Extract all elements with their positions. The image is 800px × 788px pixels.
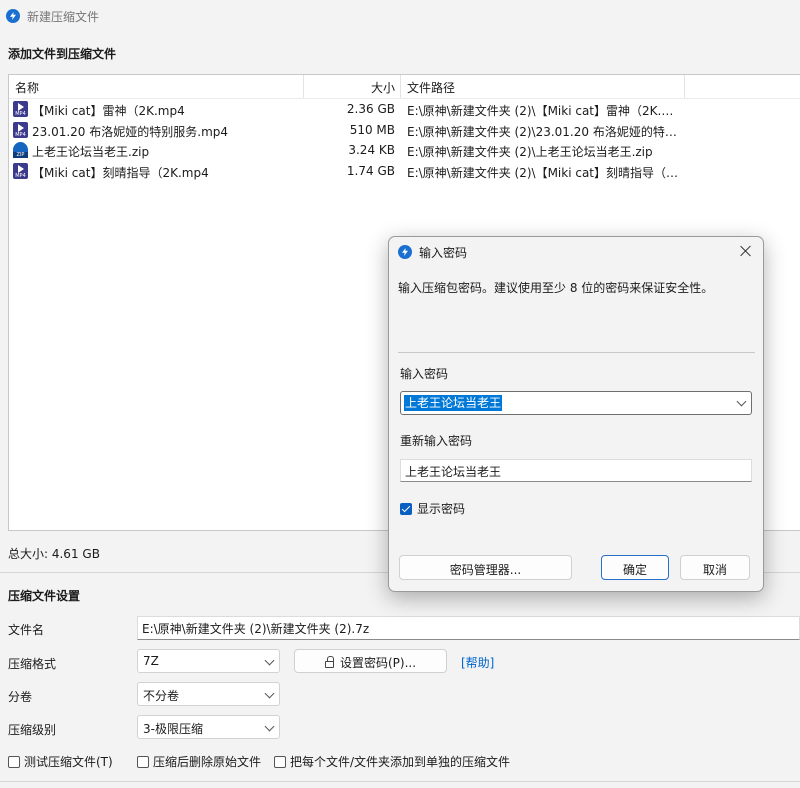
delete-source-checkbox[interactable]: 压缩后删除原始文件 (137, 753, 261, 770)
confirm-password-input[interactable]: 上老王论坛当老王 (400, 459, 752, 482)
volume-value: 不分卷 (143, 689, 180, 703)
app-logo-icon (398, 245, 412, 259)
column-separator[interactable] (400, 75, 401, 98)
file-path: E:\原神\新建文件夹 (2)\上老王论坛当老王.zip (407, 145, 653, 159)
dialog-titlebar: 输入密码 (389, 237, 763, 267)
set-password-button[interactable]: 设置密码(P)... (294, 649, 447, 673)
column-header-path[interactable]: 文件路径 (407, 79, 455, 96)
filename-input[interactable]: E:\原神\新建文件夹 (2)\新建文件夹 (2).7z (137, 616, 800, 640)
password-manager-button[interactable]: 密码管理器... (399, 555, 572, 580)
chevron-down-icon (264, 688, 275, 699)
file-list-header: 名称 大小 文件路径 (9, 75, 800, 99)
divider (0, 781, 800, 782)
level-value: 3-极限压缩 (143, 722, 203, 736)
dialog-description: 输入压缩包密码。建议使用至少 8 位的密码来保证安全性。 (398, 281, 714, 295)
column-header-name[interactable]: 名称 (15, 79, 39, 96)
checkbox-checked-icon (400, 502, 412, 515)
format-label: 压缩格式 (8, 657, 57, 671)
checkbox-icon (8, 755, 20, 768)
file-size: 510 MB (349, 123, 395, 137)
separate-archives-checkbox[interactable]: 把每个文件/文件夹添加到单独的压缩文件 (274, 753, 510, 770)
level-label: 压缩级别 (8, 723, 57, 737)
test-archive-label: 测试压缩文件(T) (24, 755, 113, 769)
lock-icon (324, 656, 334, 668)
divider (398, 352, 755, 353)
add-files-heading: 添加文件到压缩文件 (8, 47, 117, 61)
test-archive-checkbox[interactable]: 测试压缩文件(T) (8, 753, 113, 770)
file-name: 【Miki cat】雷神（2K.mp4 (32, 104, 185, 118)
password-label: 输入密码 (400, 367, 449, 381)
table-row[interactable]: 上老王论坛当老王.zip 3.24 KB E:\原神\新建文件夹 (2)\上老王… (9, 140, 800, 160)
show-password-checkbox[interactable]: 显示密码 (400, 500, 465, 517)
total-size: 总大小: 4.61 GB (8, 547, 100, 561)
file-path: E:\原神\新建文件夹 (2)\【Miki cat】雷神（2K.mp4 (407, 104, 683, 118)
level-select[interactable]: 3-极限压缩 (137, 715, 280, 739)
delete-source-label: 压缩后删除原始文件 (153, 755, 262, 769)
separate-archives-label: 把每个文件/文件夹添加到单独的压缩文件 (290, 755, 511, 769)
file-size: 1.74 GB (346, 164, 395, 178)
chevron-down-icon[interactable] (736, 396, 747, 407)
file-size: 2.36 GB (346, 102, 395, 116)
file-name: 23.01.20 布洛妮娅的特别服务.mp4 (32, 125, 229, 139)
column-separator[interactable] (684, 75, 685, 98)
chevron-down-icon (264, 721, 275, 732)
format-value: 7Z (143, 654, 159, 668)
settings-heading: 压缩文件设置 (8, 589, 81, 603)
volume-select[interactable]: 不分卷 (137, 682, 280, 706)
mp4-file-icon (13, 163, 28, 179)
table-row[interactable]: 23.01.20 布洛妮娅的特别服务.mp4 510 MB E:\原神\新建文件… (9, 120, 800, 140)
password-combobox[interactable]: 上老王论坛当老王 (400, 391, 752, 415)
window-titlebar: 新建压缩文件 (0, 0, 800, 32)
file-name: 【Miki cat】刻晴指导（2K.mp4 (32, 166, 209, 180)
set-password-label: 设置密码(P)... (339, 656, 417, 670)
table-row[interactable]: 【Miki cat】刻晴指导（2K.mp4 1.74 GB E:\原神\新建文件… (9, 161, 800, 181)
checkbox-icon (137, 755, 149, 768)
filename-label: 文件名 (8, 623, 45, 637)
file-name: 上老王论坛当老王.zip (32, 145, 150, 159)
cancel-button[interactable]: 取消 (680, 555, 750, 580)
column-separator[interactable] (303, 75, 304, 98)
chevron-down-icon (264, 655, 275, 666)
dialog-title: 输入密码 (419, 245, 468, 260)
file-path: E:\原神\新建文件夹 (2)\23.01.20 布洛妮娅的特别... (407, 125, 683, 139)
close-icon[interactable] (739, 244, 753, 258)
ok-button[interactable]: 确定 (601, 555, 669, 580)
password-value: 上老王论坛当老王 (404, 395, 503, 411)
zip-file-icon (13, 142, 28, 158)
volume-label: 分卷 (8, 690, 33, 704)
table-row[interactable]: 【Miki cat】雷神（2K.mp4 2.36 GB E:\原神\新建文件夹 … (9, 99, 800, 119)
file-path: E:\原神\新建文件夹 (2)\【Miki cat】刻晴指导（2... (407, 166, 683, 180)
confirm-password-label: 重新输入密码 (400, 434, 473, 448)
app-logo-icon (6, 9, 20, 23)
format-select[interactable]: 7Z (137, 649, 280, 673)
column-header-size[interactable]: 大小 (371, 79, 395, 96)
file-size: 3.24 KB (348, 143, 395, 157)
window-title: 新建压缩文件 (27, 9, 100, 24)
mp4-file-icon (13, 122, 28, 138)
mp4-file-icon (13, 101, 28, 117)
help-link[interactable]: [帮助] (461, 654, 494, 671)
show-password-label: 显示密码 (417, 502, 466, 516)
checkbox-icon (274, 755, 286, 768)
password-dialog: 输入密码 输入压缩包密码。建议使用至少 8 位的密码来保证安全性。 输入密码 上… (388, 236, 764, 592)
